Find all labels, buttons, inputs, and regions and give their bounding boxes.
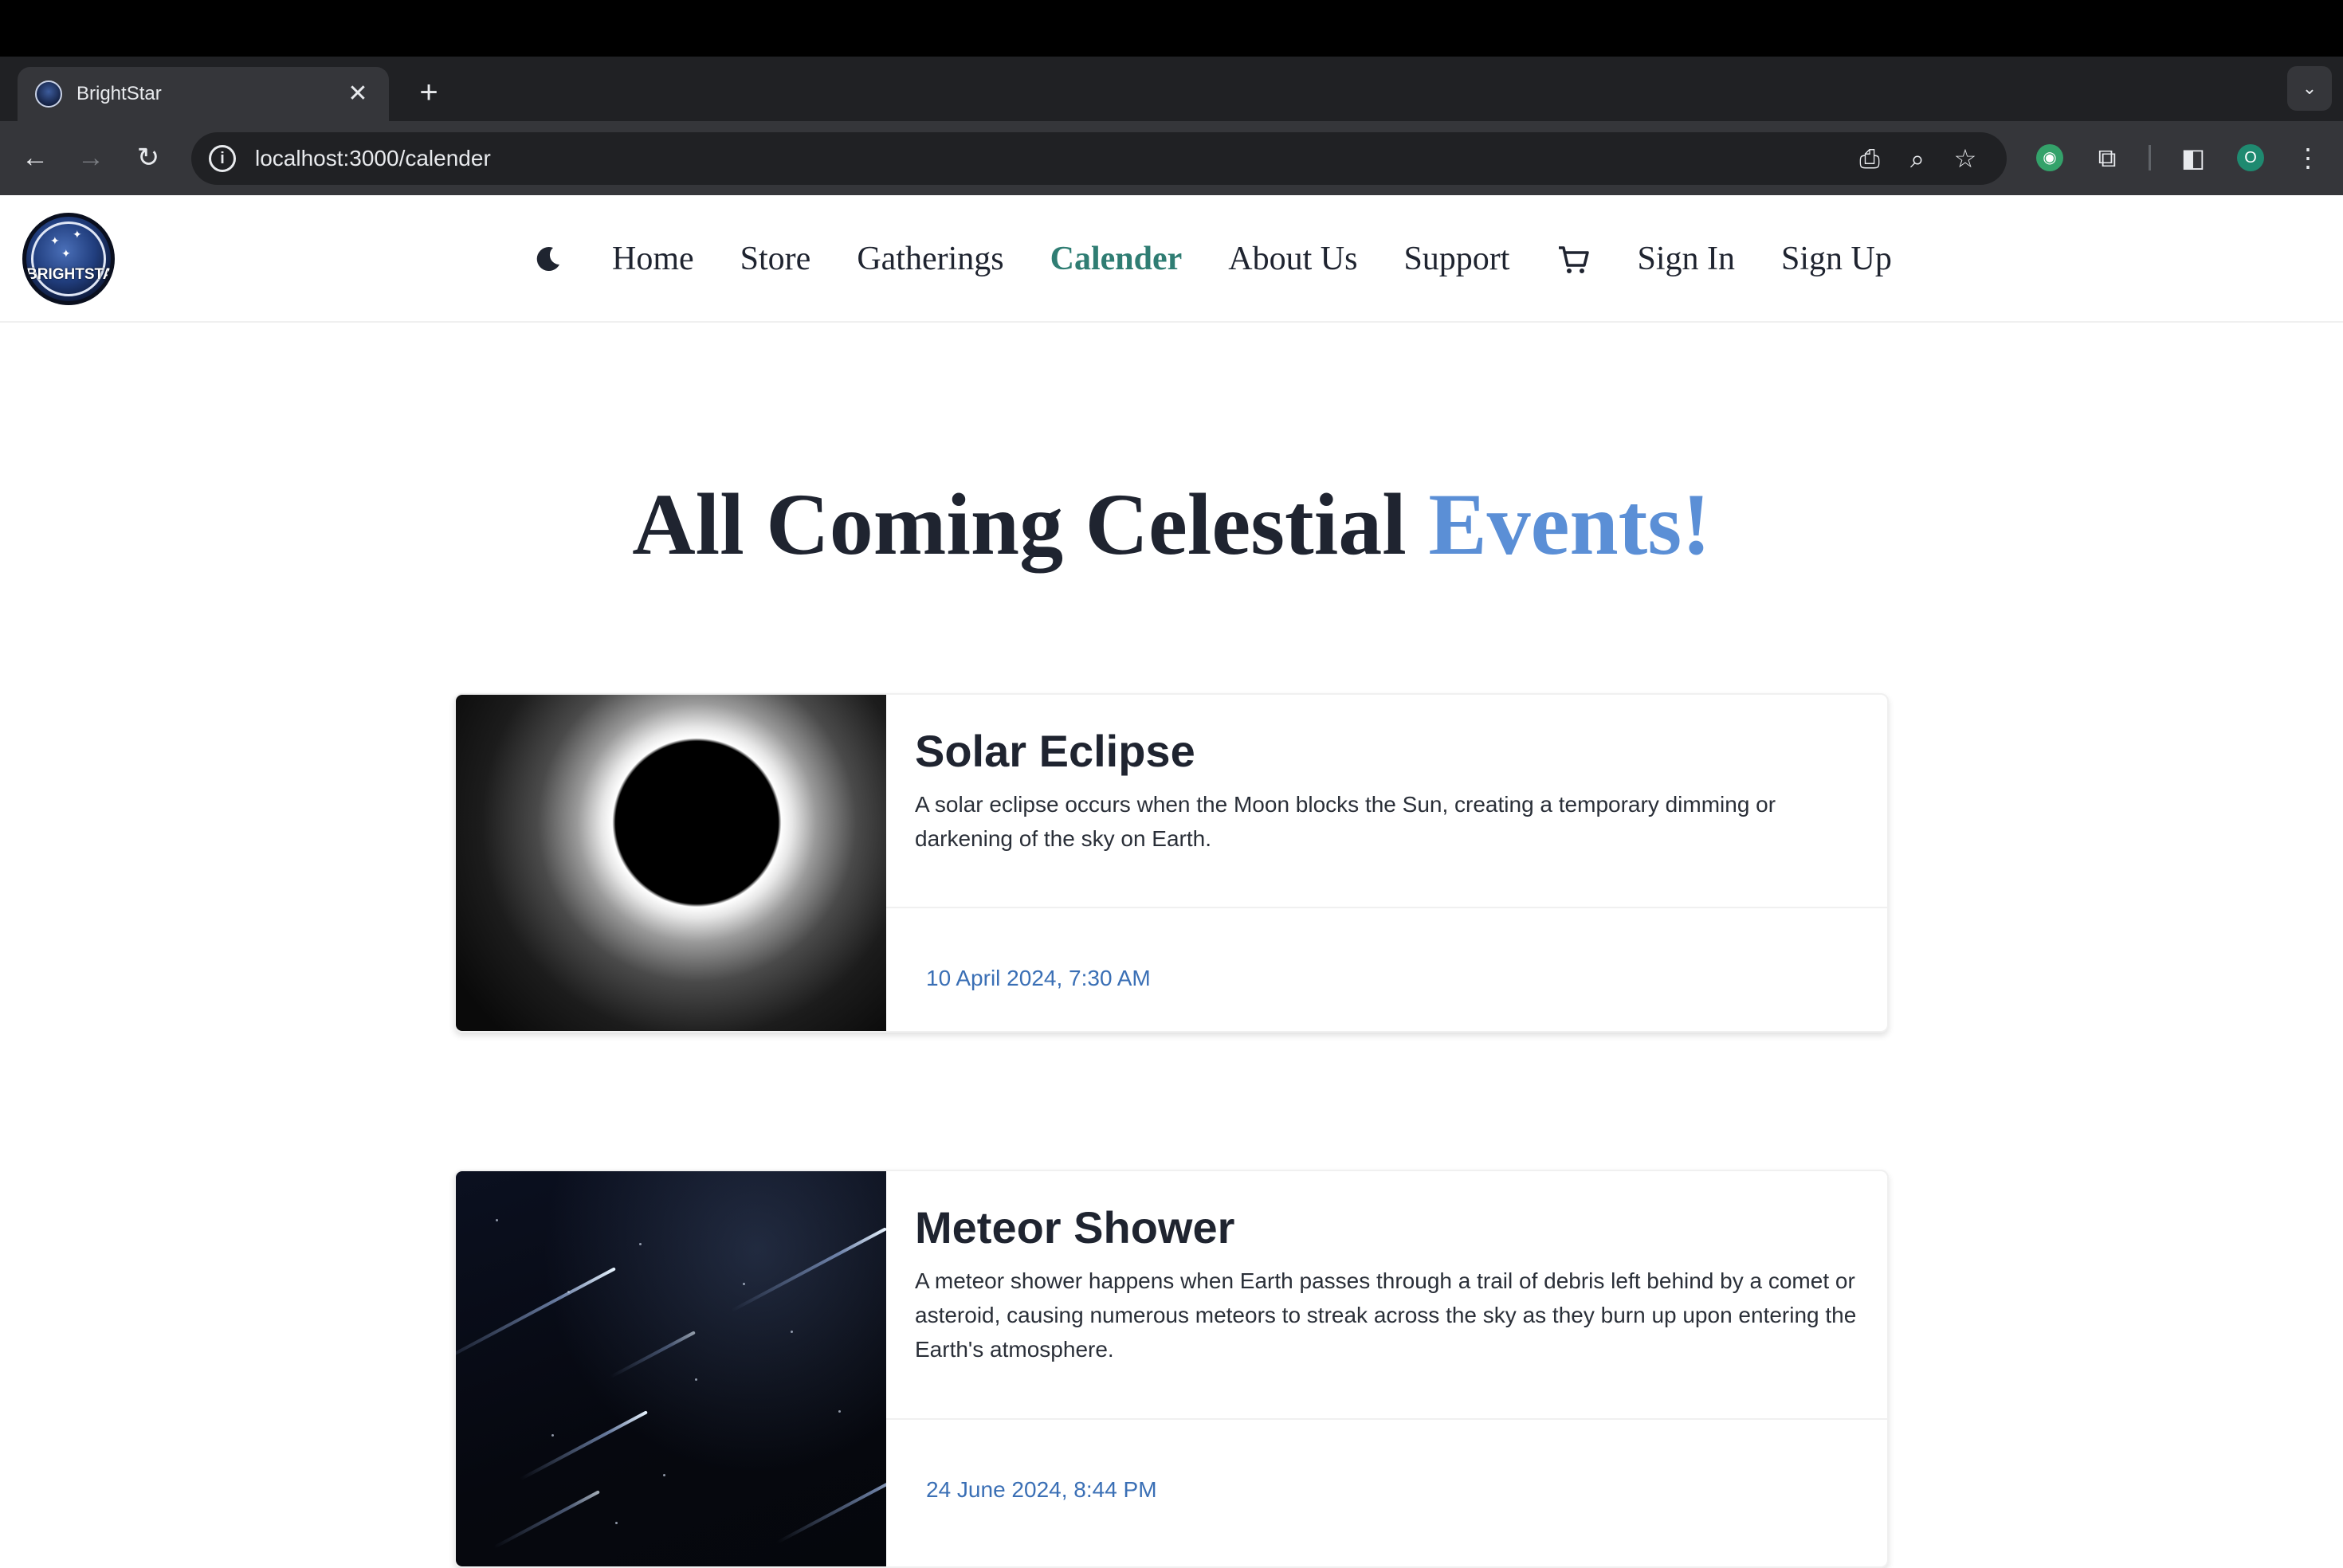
event-date: 24 June 2024, 8:44 PM <box>926 1477 1157 1502</box>
event-title: Meteor Shower <box>915 1202 1235 1252</box>
event-date: 10 April 2024, 7:30 AM <box>926 966 1151 990</box>
event-card-solar-eclipse[interactable]: Solar Eclipse A solar eclipse occurs whe… <box>454 693 1889 1033</box>
page-content: ✦ ✦ ✦ BRIGHTSTAR Home Store Gatherings C… <box>0 195 2343 1568</box>
extensions-puzzle-icon[interactable]: ⧉ <box>2085 135 2129 180</box>
extension-green-icon[interactable]: ◉ <box>2027 135 2072 180</box>
tab-title: BrightStar <box>77 83 162 104</box>
site-navbar: ✦ ✦ ✦ BRIGHTSTAR Home Store Gatherings C… <box>0 195 2343 323</box>
nav-about-us[interactable]: About Us <box>1228 240 1357 278</box>
card-divider <box>886 1418 1887 1420</box>
meteor-shower-image <box>456 1171 886 1566</box>
browser-toolbar: ← → ↻ i localhost:3000/calender ⎙ ⌕ ☆ ◉ … <box>0 121 2343 195</box>
install-app-icon[interactable]: ⎙ <box>1846 136 1894 181</box>
page-title: All Coming Celestial Events! <box>0 474 2343 575</box>
card-divider <box>886 907 1887 908</box>
event-card-meteor-shower[interactable]: Meteor Shower A meteor shower happens wh… <box>454 1170 1889 1568</box>
nav-links: Home Store Gatherings Calender About Us … <box>510 227 1938 291</box>
toolbar-separator <box>2149 145 2151 171</box>
reload-icon[interactable]: ↻ <box>126 135 171 180</box>
url-text[interactable]: localhost:3000/calender <box>255 146 1846 171</box>
event-description: A solar eclipse occurs when the Moon blo… <box>915 792 1776 851</box>
page-title-main: All Coming Celestial <box>632 476 1429 573</box>
address-bar[interactable]: i localhost:3000/calender ⎙ ⌕ ☆ <box>191 132 2007 185</box>
site-info-icon[interactable]: i <box>209 145 236 172</box>
browser-tab[interactable]: BrightStar ✕ <box>18 67 389 121</box>
bookmark-star-icon[interactable]: ☆ <box>1941 136 1989 181</box>
back-arrow-icon[interactable]: ← <box>13 135 57 180</box>
close-tab-icon[interactable]: ✕ <box>344 80 371 108</box>
nav-store[interactable]: Store <box>740 240 811 278</box>
os-menu-bar <box>0 0 2343 57</box>
brightstar-favicon-icon <box>35 80 62 108</box>
tab-search-chevron-icon[interactable]: ⌄ <box>2287 66 2332 111</box>
nav-support[interactable]: Support <box>1403 240 1509 278</box>
page-title-accent: Events! <box>1428 476 1711 573</box>
zoom-icon[interactable]: ⌕ <box>1894 136 1941 181</box>
nav-home[interactable]: Home <box>612 240 694 278</box>
forward-arrow-icon[interactable]: → <box>69 135 113 180</box>
brightstar-logo[interactable]: ✦ ✦ ✦ BRIGHTSTAR <box>22 213 115 305</box>
side-panel-icon[interactable]: ◧ <box>2171 135 2215 180</box>
nav-gatherings[interactable]: Gatherings <box>857 240 1003 278</box>
nav-sign-up[interactable]: Sign Up <box>1781 240 1892 278</box>
event-description: A meteor shower happens when Earth passe… <box>915 1268 1857 1362</box>
browser-menu-icon[interactable]: ⋮ <box>2286 135 2330 180</box>
browser-tab-strip: BrightStar ✕ + ⌄ <box>0 57 2343 121</box>
profile-avatar[interactable]: O <box>2228 135 2273 180</box>
nav-sign-in[interactable]: Sign In <box>1637 240 1735 278</box>
new-tab-icon[interactable]: + <box>406 70 451 115</box>
shopping-cart-icon[interactable] <box>1556 241 1591 276</box>
nav-calender[interactable]: Calender <box>1050 240 1183 278</box>
dark-mode-moon-icon[interactable] <box>532 243 564 275</box>
solar-eclipse-image <box>456 695 886 1031</box>
event-title: Solar Eclipse <box>915 726 1195 776</box>
